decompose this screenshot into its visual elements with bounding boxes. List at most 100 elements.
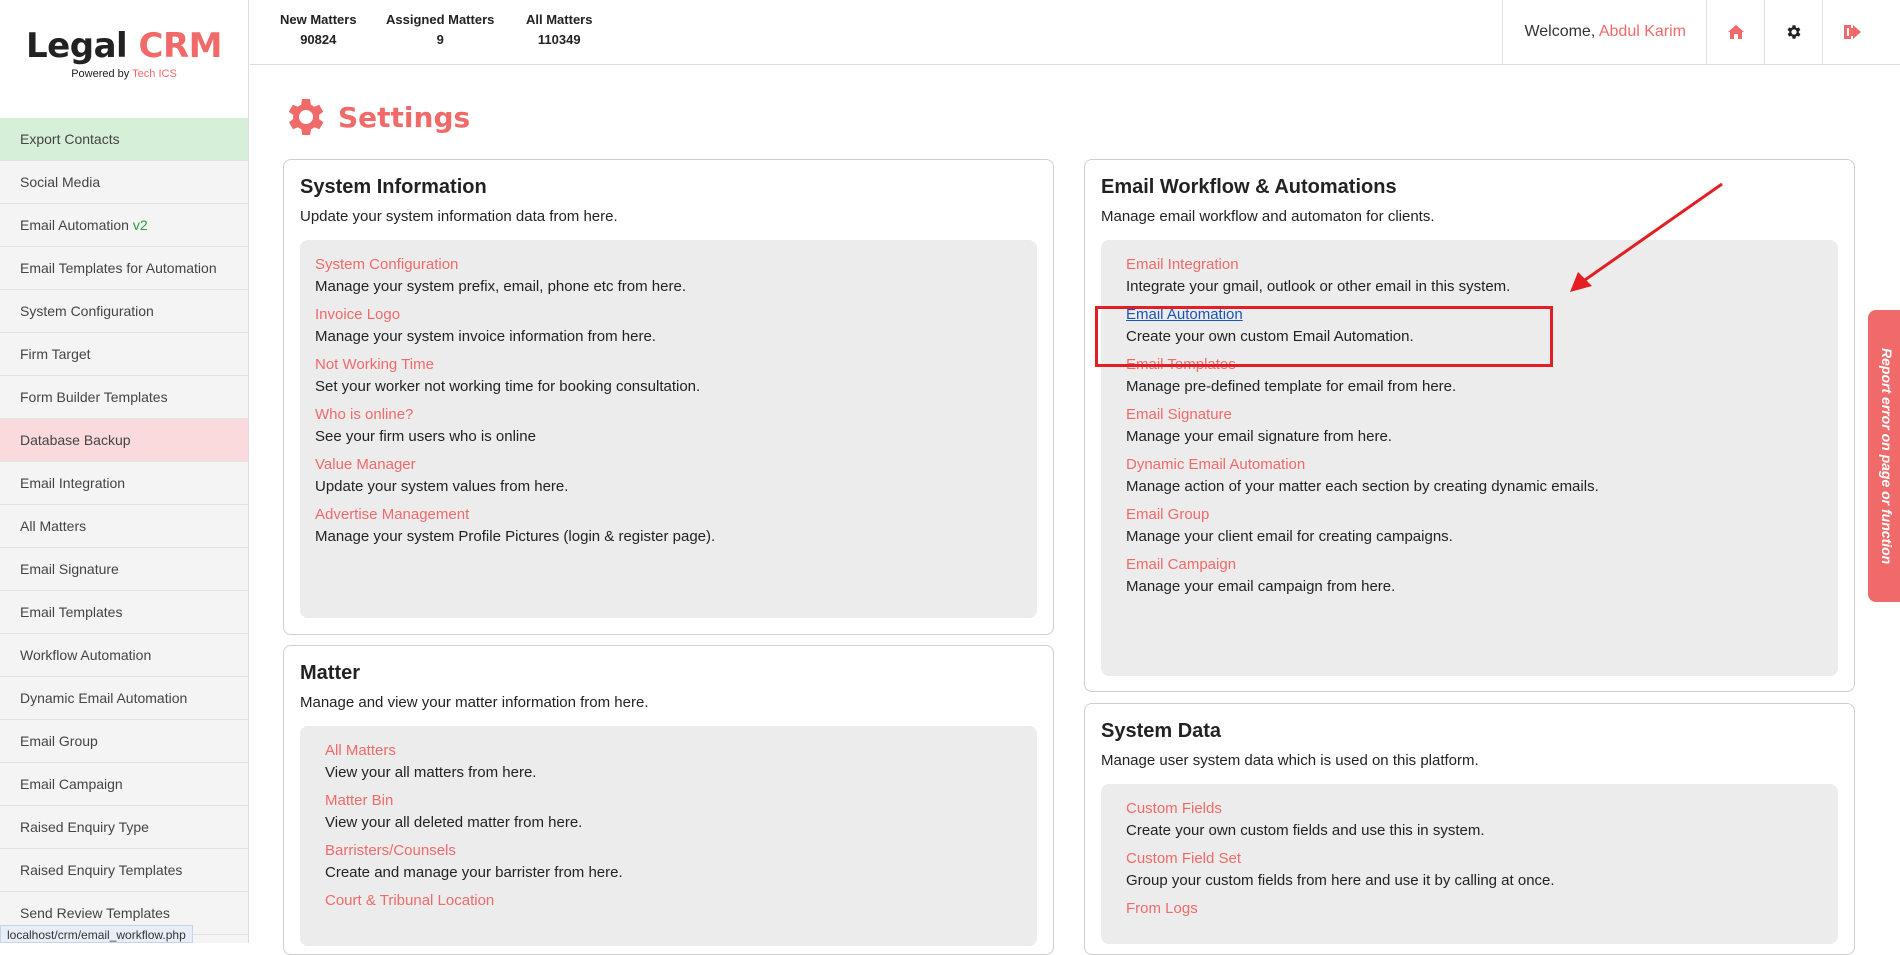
- link-from-logs[interactable]: From Logs: [1126, 900, 1823, 918]
- powered-by-name: Tech ICS: [132, 68, 177, 80]
- card-email-workflow: Email Workflow & Automations Manage emai…: [1084, 159, 1855, 692]
- logo-title-b: CRM: [138, 26, 223, 66]
- welcome-text: Welcome,: [1524, 23, 1596, 40]
- link-court-tribunal-location[interactable]: Court & Tribunal Location: [325, 892, 1022, 910]
- link-dynamic-email-automation[interactable]: Dynamic Email Automation: [1126, 456, 1823, 474]
- sidebar-item-email-automation[interactable]: Email Automation v2: [0, 204, 248, 247]
- sidebar-item-form-builder-templates[interactable]: Form Builder Templates: [0, 376, 248, 419]
- entry-description: Manage your system Profile Pictures (log…: [315, 528, 716, 545]
- link-who-is-online[interactable]: Who is online?: [315, 406, 1022, 424]
- powered-by-text: Powered by: [71, 68, 130, 80]
- sidebar-item-label: Social Media: [20, 174, 101, 190]
- entry-description: Manage action of your matter each sectio…: [1126, 478, 1599, 495]
- top-bar: New Matters 90824 Assigned Matters 9 All…: [250, 0, 1900, 65]
- card-description: Manage user system data which is used on…: [1101, 752, 1479, 769]
- stat-all-matters[interactable]: All Matters 110349: [526, 12, 592, 47]
- sidebar-item-label: Firm Target: [20, 346, 91, 362]
- user-name: Abdul Karim: [1598, 23, 1686, 40]
- entry-description: View your all matters from here.: [325, 764, 537, 781]
- entry-description: See your firm users who is online: [315, 428, 536, 445]
- settings-entry: Who is online? See your firm users who is…: [315, 406, 1022, 446]
- sidebar-item-label: Email Signature: [20, 561, 119, 577]
- sidebar: Legal CRM Powered by Tech ICS Export Con…: [0, 0, 249, 943]
- sidebar-item-export-contacts[interactable]: Export Contacts: [0, 118, 248, 161]
- link-advertise-management[interactable]: Advertise Management: [315, 506, 1022, 524]
- link-invoice-logo[interactable]: Invoice Logo: [315, 306, 1022, 324]
- stat-new-matters[interactable]: New Matters 90824: [280, 12, 357, 47]
- settings-entry: Email Signature Manage your email signatu…: [1126, 406, 1823, 446]
- sidebar-item-raised-enquiry-templates[interactable]: Raised Enquiry Templates: [0, 849, 248, 892]
- card-body: System Configuration Manage your system p…: [300, 240, 1037, 618]
- sidebar-item-social-media[interactable]: Social Media: [0, 161, 248, 204]
- link-matter-bin[interactable]: Matter Bin: [325, 792, 1022, 810]
- sidebar-item-label: Database Backup: [20, 432, 131, 448]
- sidebar-item-label: Email Integration: [20, 475, 126, 491]
- sidebar-item-workflow-automation[interactable]: Workflow Automation: [0, 634, 248, 677]
- settings-entry: Matter Bin View your all deleted matter f…: [325, 792, 1022, 832]
- page-header: Settings: [282, 93, 470, 141]
- stat-assigned-matters[interactable]: Assigned Matters 9: [386, 12, 494, 47]
- logo-title-a: Legal: [26, 26, 128, 66]
- settings-entry: Dynamic Email Automation Manage action of…: [1126, 456, 1823, 496]
- stat-label: Assigned Matters: [386, 12, 495, 27]
- link-system-configuration[interactable]: System Configuration: [315, 256, 1022, 274]
- link-all-matters[interactable]: All Matters: [325, 742, 1022, 760]
- logo[interactable]: Legal CRM Powered by Tech ICS: [0, 0, 248, 118]
- sidebar-item-label: Workflow Automation: [20, 647, 152, 663]
- entry-description: Group your custom fields from here and u…: [1126, 872, 1555, 889]
- sidebar-item-raised-enquiry-type[interactable]: Raised Enquiry Type: [0, 806, 248, 849]
- card-title: System Data: [1101, 720, 1222, 742]
- card-description: Update your system information data from…: [300, 208, 618, 225]
- sidebar-item-email-campaign[interactable]: Email Campaign: [0, 763, 248, 806]
- stat-value: 9: [436, 32, 444, 47]
- settings-entry: Not Working Time Set your worker not work…: [315, 356, 1022, 396]
- home-button[interactable]: [1706, 0, 1764, 64]
- sidebar-item-label: Export Contacts: [20, 131, 120, 147]
- card-matter: Matter Manage and view your matter infor…: [283, 645, 1054, 955]
- sidebar-item-all-matters[interactable]: All Matters: [0, 505, 248, 548]
- card-body: Custom Fields Create your own custom fiel…: [1101, 784, 1838, 944]
- link-email-group[interactable]: Email Group: [1126, 506, 1823, 524]
- entry-description: Update your system values from here.: [315, 478, 569, 495]
- sidebar-item-label: Form Builder Templates: [20, 389, 168, 405]
- link-custom-fields[interactable]: Custom Fields: [1126, 800, 1823, 818]
- card-system-data: System Data Manage user system data whic…: [1084, 703, 1855, 955]
- entry-description: Manage your email campaign from here.: [1126, 578, 1396, 595]
- sidebar-item-email-templates-for-automation[interactable]: Email Templates for Automation: [0, 247, 248, 290]
- link-value-manager[interactable]: Value Manager: [315, 456, 1022, 474]
- sidebar-item-label: Email Automation: [20, 217, 129, 233]
- sidebar-item-firm-target[interactable]: Firm Target: [0, 333, 248, 376]
- sidebar-item-email-signature[interactable]: Email Signature: [0, 548, 248, 591]
- link-email-campaign[interactable]: Email Campaign: [1126, 556, 1823, 574]
- sidebar-item-system-configuration[interactable]: System Configuration: [0, 290, 248, 333]
- welcome-user[interactable]: Welcome, Abdul Karim: [1502, 0, 1706, 64]
- gear-icon: [1787, 25, 1800, 39]
- report-error-label: Report error on page or function: [1879, 347, 1895, 565]
- link-barristers-counsels[interactable]: Barristers/Counsels: [325, 842, 1022, 860]
- card-body: All Matters View your all matters from he…: [300, 726, 1037, 946]
- settings-entry: Email Group Manage your client email for …: [1126, 506, 1823, 546]
- link-email-signature[interactable]: Email Signature: [1126, 406, 1823, 424]
- sidebar-item-label: Email Templates for Automation: [20, 260, 217, 276]
- logout-button[interactable]: [1822, 0, 1880, 64]
- report-error-tab[interactable]: Report error on page or function: [1868, 310, 1900, 602]
- sidebar-item-label: Email Group: [20, 733, 98, 749]
- settings-entry: All Matters View your all matters from he…: [325, 742, 1022, 782]
- sidebar-item-label: Raised Enquiry Type: [20, 819, 149, 835]
- sidebar-item-email-templates[interactable]: Email Templates: [0, 591, 248, 634]
- sidebar-item-email-integration[interactable]: Email Integration: [0, 462, 248, 505]
- entry-description: Set your worker not working time for boo…: [315, 378, 701, 395]
- link-custom-field-set[interactable]: Custom Field Set: [1126, 850, 1823, 868]
- stat-label: New Matters: [280, 12, 357, 27]
- link-not-working-time[interactable]: Not Working Time: [315, 356, 1022, 374]
- settings-button[interactable]: [1764, 0, 1822, 64]
- sidebar-item-email-group[interactable]: Email Group: [0, 720, 248, 763]
- annotation-arrow-icon: [1570, 182, 1723, 292]
- card-description: Manage and view your matter information …: [300, 694, 649, 711]
- entry-description: Manage pre-defined template for email fr…: [1126, 378, 1457, 395]
- entry-description: View your all deleted matter from here.: [325, 814, 583, 831]
- highlight-box: [1095, 306, 1553, 367]
- sidebar-item-dynamic-email-automation[interactable]: Dynamic Email Automation: [0, 677, 248, 720]
- sidebar-menu: Export Contacts Social Media Email Automat…: [0, 118, 248, 935]
- sidebar-item-database-backup[interactable]: Database Backup: [0, 419, 248, 462]
